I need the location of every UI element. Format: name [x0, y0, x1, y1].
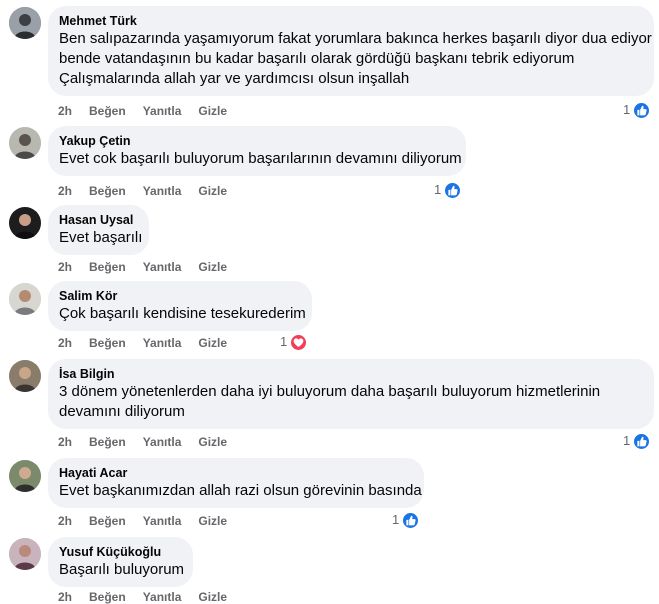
comment-bubble: Mehmet Türk Ben salıpazarında yaşamıyoru… — [48, 6, 654, 96]
reply-button[interactable]: Yanıtla — [143, 434, 182, 450]
like-icon — [401, 510, 421, 530]
reaction-count: 1 — [392, 512, 400, 527]
timestamp[interactable]: 2h — [58, 183, 72, 199]
hide-button[interactable]: Gizle — [198, 589, 227, 604]
reaction-summary[interactable]: 1 — [623, 430, 652, 452]
comment-text-line: Başarılı buluyorum — [59, 561, 185, 578]
hide-button[interactable]: Gizle — [198, 434, 227, 450]
timestamp[interactable]: 2h — [58, 589, 72, 604]
comment-actions: 2h Beğen Yanıtla Gizle — [58, 183, 244, 199]
comment-author[interactable]: Yakup Çetin — [59, 133, 454, 149]
timestamp[interactable]: 2h — [58, 434, 72, 450]
comment-text-line: bende vatandaşının bu kadar başarılı ola… — [59, 50, 575, 67]
like-icon — [443, 180, 463, 200]
hide-button[interactable]: Gizle — [198, 103, 227, 119]
reaction-summary[interactable]: 1 — [280, 331, 309, 353]
comment-bubble: Yusuf Küçükoğlu Başarılı buluyorum — [48, 537, 193, 587]
like-button[interactable]: Beğen — [89, 513, 126, 529]
comment-bubble: Salim Kör Çok başarılı kendisine tesekur… — [48, 281, 312, 331]
reaction-summary[interactable]: 1 — [392, 509, 421, 531]
like-button[interactable]: Beğen — [89, 589, 126, 604]
avatar[interactable] — [9, 460, 41, 492]
comment-author[interactable]: Salim Kör — [59, 288, 300, 304]
reply-button[interactable]: Yanıtla — [143, 259, 182, 275]
avatar[interactable] — [9, 360, 41, 392]
hide-button[interactable]: Gizle — [198, 335, 227, 351]
avatar[interactable] — [9, 7, 41, 39]
comment-text-line: devamını diliyorum — [59, 403, 185, 420]
comment-text-line: Evet cok başarılı buluyorum başarılarını… — [59, 150, 462, 167]
reaction-summary[interactable]: 1 — [434, 179, 463, 201]
comment-bubble: İsa Bilgin 3 dönem yönetenlerden daha iy… — [48, 359, 654, 429]
like-button[interactable]: Beğen — [89, 335, 126, 351]
comment-actions: 2h Beğen Yanıtla Gizle — [58, 103, 244, 119]
reaction-count: 1 — [434, 182, 442, 197]
hide-button[interactable]: Gizle — [198, 513, 227, 529]
comment-author[interactable]: Hasan Uysal — [59, 212, 137, 228]
comment-author[interactable]: Hayati Acar — [59, 465, 412, 481]
reply-button[interactable]: Yanıtla — [143, 513, 182, 529]
comment-actions: 2h Beğen Yanıtla Gizle — [58, 589, 244, 604]
reaction-count: 1 — [280, 334, 288, 349]
reaction-summary[interactable]: 1 — [623, 99, 652, 121]
timestamp[interactable]: 2h — [58, 335, 72, 351]
avatar[interactable] — [9, 127, 41, 159]
reply-button[interactable]: Yanıtla — [143, 103, 182, 119]
comment-text-line: Çalışmalarında allah yar ve yardımcısı o… — [59, 70, 410, 87]
avatar[interactable] — [9, 283, 41, 315]
like-button[interactable]: Beğen — [89, 183, 126, 199]
like-icon — [632, 431, 652, 451]
comment-bubble: Yakup Çetin Evet cok başarılı buluyorum … — [48, 126, 466, 176]
reaction-count: 1 — [623, 433, 631, 448]
love-icon — [289, 332, 309, 352]
reaction-count: 1 — [623, 102, 631, 117]
reply-button[interactable]: Yanıtla — [143, 589, 182, 604]
comment-bubble: Hasan Uysal Evet başarılı — [48, 205, 149, 255]
timestamp[interactable]: 2h — [58, 103, 72, 119]
comment-author[interactable]: Mehmet Türk — [59, 13, 642, 29]
comment-text-line: Evet başkanımızdan allah razi olsun göre… — [59, 482, 422, 499]
hide-button[interactable]: Gizle — [198, 183, 227, 199]
avatar[interactable] — [9, 538, 41, 570]
like-icon — [632, 100, 652, 120]
comment-actions: 2h Beğen Yanıtla Gizle — [58, 259, 244, 275]
reply-button[interactable]: Yanıtla — [143, 183, 182, 199]
hide-button[interactable]: Gizle — [198, 259, 227, 275]
comment-text-line: Evet başarılı — [59, 229, 143, 246]
comment-actions: 2h Beğen Yanıtla Gizle — [58, 335, 244, 351]
reply-button[interactable]: Yanıtla — [143, 335, 182, 351]
comment-bubble: Hayati Acar Evet başkanımızdan allah raz… — [48, 458, 424, 508]
comment-author[interactable]: Yusuf Küçükoğlu — [59, 544, 181, 560]
comment-actions: 2h Beğen Yanıtla Gizle — [58, 434, 244, 450]
comment-text-line: Ben salıpazarında yaşamıyorum fakat yoru… — [59, 30, 652, 47]
like-button[interactable]: Beğen — [89, 259, 126, 275]
like-button[interactable]: Beğen — [89, 434, 126, 450]
comment-text-line: 3 dönem yönetenlerden daha iyi buluyorum… — [59, 383, 601, 400]
comment-text-line: Çok başarılı kendisine tesekurederim — [59, 305, 306, 322]
comment-author[interactable]: İsa Bilgin — [59, 366, 642, 382]
timestamp[interactable]: 2h — [58, 513, 72, 529]
timestamp[interactable]: 2h — [58, 259, 72, 275]
like-button[interactable]: Beğen — [89, 103, 126, 119]
avatar[interactable] — [9, 207, 41, 239]
comment-actions: 2h Beğen Yanıtla Gizle — [58, 513, 244, 529]
